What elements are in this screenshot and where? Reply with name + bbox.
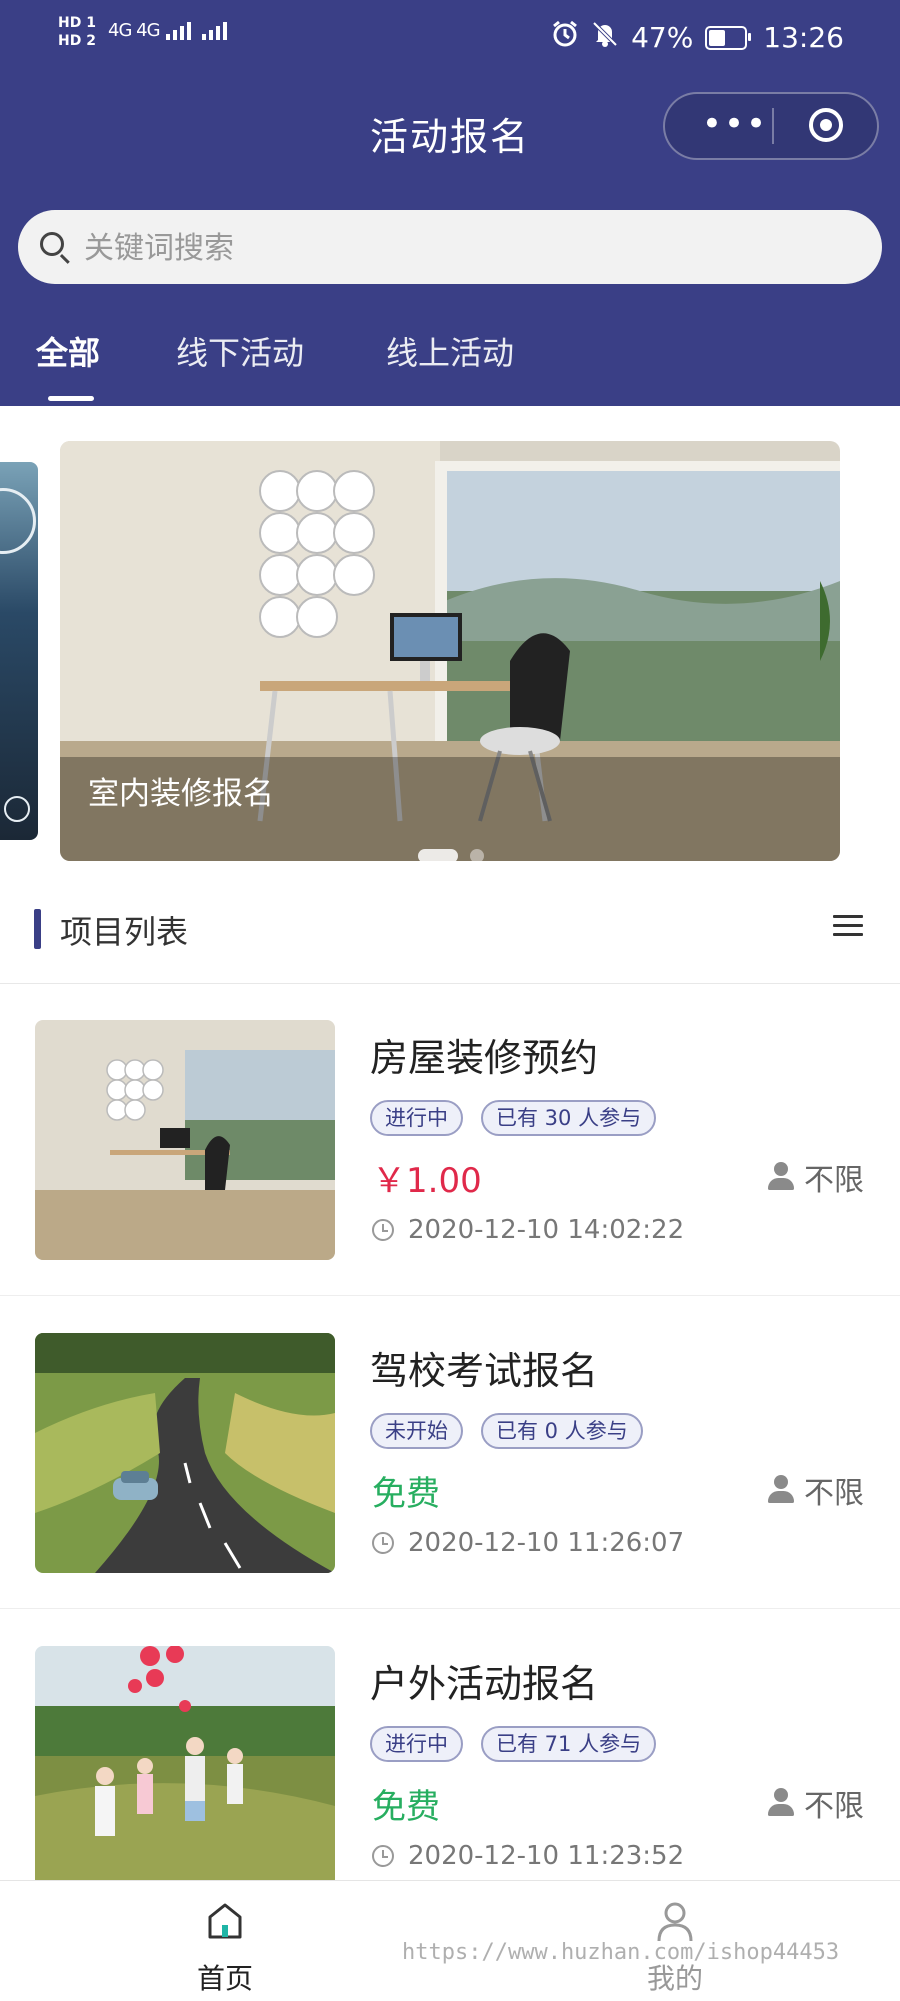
status-badge: 进行中 bbox=[370, 1726, 463, 1762]
item-limit: 不限 bbox=[768, 1468, 864, 1512]
item-price: 免费 bbox=[372, 1474, 440, 1514]
carousel-dot[interactable] bbox=[470, 849, 484, 861]
participants-badge: 已有 30 人参与 bbox=[481, 1100, 657, 1136]
mute-icon bbox=[591, 20, 619, 55]
menu-icon[interactable] bbox=[833, 915, 863, 937]
signal-icon: 4G 4G bbox=[108, 20, 234, 42]
item-thumbnail bbox=[35, 1020, 335, 1260]
item-time: 2020-12-10 11:23:52 bbox=[372, 1841, 684, 1871]
section-title: 项目列表 bbox=[60, 913, 189, 951]
clock-icon bbox=[372, 1219, 394, 1241]
hd-line-1: HD 1 bbox=[58, 15, 96, 31]
limit-label: 不限 bbox=[804, 1163, 864, 1198]
time-label: 2020-12-10 11:23:52 bbox=[408, 1841, 685, 1871]
item-thumbnail bbox=[35, 1333, 335, 1573]
person-icon bbox=[768, 1788, 794, 1818]
limit-label: 不限 bbox=[804, 1789, 864, 1824]
time-label: 2020-12-10 11:26:07 bbox=[408, 1528, 685, 1558]
battery-icon bbox=[705, 25, 752, 50]
item-limit: 不限 bbox=[768, 1781, 864, 1825]
clock-icon bbox=[372, 1532, 394, 1554]
decor-ring bbox=[4, 796, 30, 822]
tab-all[interactable]: 全部 bbox=[36, 328, 100, 374]
search-input[interactable] bbox=[82, 210, 846, 286]
item-tags: 进行中 已有 30 人参与 bbox=[370, 1100, 657, 1136]
section-header: 项目列表 bbox=[0, 897, 900, 984]
alarm-icon bbox=[551, 20, 579, 55]
item-limit: 不限 bbox=[768, 1155, 864, 1199]
clock-icon bbox=[372, 1845, 394, 1867]
banner-prev-slide[interactable] bbox=[0, 462, 38, 840]
banner-caption: 室内装修报名 bbox=[88, 776, 274, 812]
tab-offline[interactable]: 线下活动 bbox=[176, 328, 304, 374]
status-badge: 进行中 bbox=[370, 1100, 463, 1136]
item-tags: 进行中 已有 71 人参与 bbox=[370, 1726, 657, 1762]
participants-badge: 已有 0 人参与 bbox=[481, 1413, 643, 1449]
tabbar-item-home[interactable]: 首页 bbox=[0, 1881, 450, 2001]
watermark-text: https://www.huzhan.com/ishop44453 bbox=[402, 1940, 840, 1965]
item-price: ￥1.00 bbox=[372, 1161, 482, 1201]
section-accent-bar bbox=[34, 909, 41, 949]
status-badge: 未开始 bbox=[370, 1413, 463, 1449]
hd-indicator: HD 1 HD 2 bbox=[58, 14, 96, 50]
item-name: 房屋装修预约 bbox=[370, 1036, 599, 1080]
item-name: 户外活动报名 bbox=[370, 1662, 599, 1706]
list-item[interactable]: 驾校考试报名 未开始 已有 0 人参与 免费 不限 2020-12-10 11:… bbox=[0, 1296, 900, 1609]
item-thumbnail bbox=[35, 1646, 335, 1886]
search-icon bbox=[40, 232, 64, 256]
decor-ring bbox=[0, 488, 36, 554]
participants-badge: 已有 71 人参与 bbox=[481, 1726, 657, 1762]
network-label: 4G 4G bbox=[108, 20, 161, 41]
time-label: 2020-12-10 14:02:22 bbox=[408, 1215, 685, 1245]
header: HD 1 HD 2 4G 4G 47% 13:26 活动报名 ••• 关键词搜索… bbox=[0, 0, 900, 406]
item-time: 2020-12-10 11:26:07 bbox=[372, 1528, 684, 1558]
target-icon[interactable] bbox=[809, 108, 843, 142]
tabbar-label-home: 首页 bbox=[196, 1962, 253, 1995]
list-item[interactable]: 户外活动报名 进行中 已有 71 人参与 免费 不限 2020-12-10 11… bbox=[0, 1609, 900, 1922]
status-bar: HD 1 HD 2 4G 4G 47% 13:26 bbox=[0, 0, 900, 80]
hd-line-2: HD 2 bbox=[58, 33, 96, 49]
item-tags: 未开始 已有 0 人参与 bbox=[370, 1413, 643, 1449]
person-icon bbox=[768, 1475, 794, 1505]
banner-slide[interactable]: 室内装修报名 bbox=[60, 441, 840, 861]
carousel-dot-active[interactable] bbox=[418, 849, 458, 861]
tab-online[interactable]: 线上活动 bbox=[386, 328, 514, 374]
search-bar bbox=[18, 210, 882, 286]
limit-label: 不限 bbox=[804, 1476, 864, 1511]
category-tabs: 全部 线下活动 线上活动 bbox=[0, 320, 900, 406]
status-right: 47% 13:26 bbox=[551, 20, 844, 55]
miniprogram-capsule: ••• bbox=[663, 92, 879, 160]
list-item[interactable]: 房屋装修预约 进行中 已有 30 人参与 ￥1.00 不限 2020-12-10… bbox=[0, 983, 900, 1296]
active-tab-indicator bbox=[48, 396, 94, 401]
more-icon[interactable]: ••• bbox=[695, 107, 775, 142]
home-icon bbox=[208, 1903, 242, 1939]
clock-time: 13:26 bbox=[763, 21, 844, 54]
battery-percent: 47% bbox=[631, 21, 694, 54]
item-name: 驾校考试报名 bbox=[370, 1349, 599, 1393]
item-time: 2020-12-10 14:02:22 bbox=[372, 1215, 684, 1245]
user-icon bbox=[657, 1902, 693, 1942]
item-price: 免费 bbox=[372, 1787, 440, 1827]
person-icon bbox=[768, 1162, 794, 1192]
capsule-divider bbox=[772, 108, 774, 144]
